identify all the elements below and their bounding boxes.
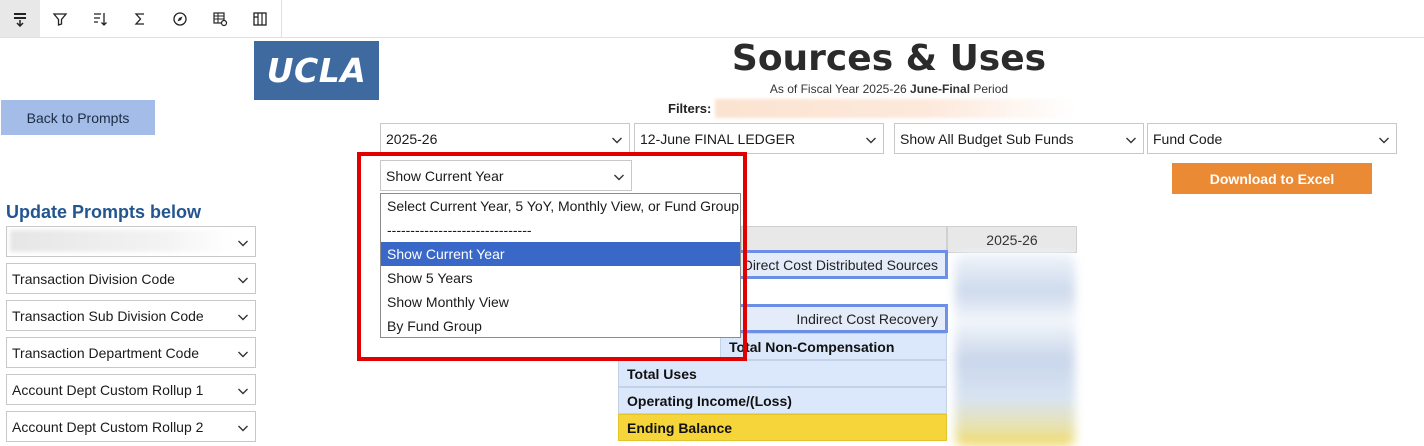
- ledger-select[interactable]: 12-June FINAL LEDGER: [634, 123, 884, 154]
- prompt-transaction-division-code[interactable]: Transaction Division Code: [6, 263, 256, 294]
- update-prompts-title: Update Prompts below: [6, 202, 202, 222]
- fund-code-value: Fund Code: [1153, 130, 1223, 147]
- back-to-prompts-button[interactable]: Back to Prompts: [1, 100, 155, 135]
- ucla-logo: UCLA: [254, 41, 379, 100]
- table-settings-icon[interactable]: [200, 0, 240, 37]
- budget-sub-funds-value: Show All Budget Sub Funds: [900, 130, 1074, 147]
- filters-label: Filters:: [668, 101, 712, 116]
- explore-icon[interactable]: [160, 0, 200, 37]
- download-to-excel-button[interactable]: Download to Excel: [1172, 163, 1372, 194]
- chevron-down-icon: [237, 310, 248, 321]
- year-select[interactable]: 2025-26: [380, 123, 630, 154]
- redacted-values-column: [955, 253, 1075, 446]
- ending-balance-row: Ending Balance: [618, 414, 947, 441]
- fund-code-select[interactable]: Fund Code: [1147, 123, 1397, 154]
- subtitle-suffix: Period: [970, 82, 1009, 96]
- table-header-blank: [741, 226, 947, 253]
- pivot-icon[interactable]: [240, 0, 280, 37]
- chevron-down-icon: [237, 347, 248, 358]
- filters-value-redacted: [715, 99, 1075, 118]
- chevron-down-icon: [237, 236, 248, 247]
- chevron-down-icon: [237, 421, 248, 432]
- subtitle-prefix: As of Fiscal Year 2025-26: [769, 82, 911, 96]
- prompt-label: Transaction Division Code: [12, 270, 175, 287]
- toolbar: [0, 0, 1424, 38]
- page-title: Sources & Uses: [731, 38, 1047, 79]
- prompt-label: Transaction Sub Division Code: [12, 307, 204, 324]
- chevron-down-icon: [1125, 133, 1136, 144]
- redacted-value: [10, 230, 232, 252]
- prompt-select-redacted[interactable]: [6, 226, 256, 257]
- prompt-label: Account Dept Custom Rollup 2: [12, 418, 204, 435]
- chevron-down-icon: [865, 133, 876, 144]
- toolbar-divider: [281, 0, 282, 37]
- highlight-box: [357, 152, 747, 361]
- chevron-down-icon: [237, 273, 248, 284]
- total-uses-row: Total Uses: [618, 360, 947, 387]
- subtitle-period: June-Final: [910, 82, 971, 96]
- filter-icon[interactable]: [40, 0, 80, 37]
- chevron-down-icon: [237, 384, 248, 395]
- chevron-down-icon: [1378, 133, 1389, 144]
- prompt-label: Transaction Department Code: [12, 344, 200, 361]
- prompt-transaction-sub-division-code[interactable]: Transaction Sub Division Code: [6, 300, 256, 331]
- prompt-account-dept-custom-rollup-1[interactable]: Account Dept Custom Rollup 1: [6, 374, 256, 405]
- page-subtitle: As of Fiscal Year 2025-26 June-Final Per…: [700, 82, 1078, 96]
- ledger-select-value: 12-June FINAL LEDGER: [640, 130, 796, 147]
- table-year-header: 2025-26: [947, 226, 1077, 253]
- chevron-down-icon: [611, 133, 622, 144]
- operating-income-row: Operating Income/(Loss): [618, 387, 947, 414]
- prompt-transaction-department-code[interactable]: Transaction Department Code: [6, 337, 256, 368]
- prompt-label: Account Dept Custom Rollup 1: [12, 381, 204, 398]
- insert-row-icon[interactable]: [0, 0, 40, 37]
- sort-icon[interactable]: [80, 0, 120, 37]
- total-non-compensation-row: Total Non-Compensation: [720, 333, 947, 360]
- sum-icon[interactable]: [120, 0, 160, 37]
- prompt-account-dept-custom-rollup-2[interactable]: Account Dept Custom Rollup 2: [6, 411, 256, 442]
- budget-sub-funds-select[interactable]: Show All Budget Sub Funds: [894, 123, 1144, 154]
- indirect-cost-recovery-cell[interactable]: Indirect Cost Recovery: [718, 304, 948, 333]
- year-select-value: 2025-26: [386, 130, 438, 147]
- direct-cost-distributed-sources-cell[interactable]: Direct Cost Distributed Sources: [718, 250, 948, 279]
